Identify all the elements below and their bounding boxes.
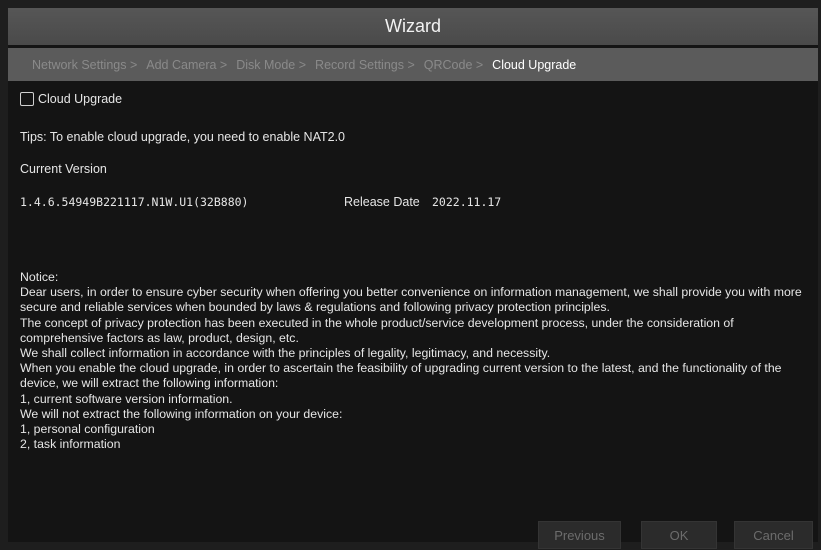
tips-text: Tips: To enable cloud upgrade, you need … [20, 130, 345, 144]
step-network-settings[interactable]: Network Settings > [32, 58, 137, 72]
cloud-upgrade-toggle[interactable]: Cloud Upgrade [20, 89, 122, 109]
ok-button[interactable]: OK [641, 521, 717, 549]
release-date-value: 2022.11.17 [432, 195, 502, 209]
wizard-steps: Network Settings > Add Camera > Disk Mod… [8, 48, 818, 81]
wizard-dialog: Wizard Network Settings > Add Camera > D… [8, 8, 818, 549]
window-title: Wizard [384, 16, 441, 36]
step-disk-mode[interactable]: Disk Mode > [236, 58, 306, 72]
version-value: 1.4.6.54949B221117.N1W.U1(32B880) [20, 195, 249, 209]
cancel-button[interactable]: Cancel [734, 521, 813, 549]
notice-heading: Notice: [20, 270, 59, 284]
step-cloud-upgrade[interactable]: Cloud Upgrade [492, 58, 576, 72]
notice-paragraph: The concept of privacy protection has be… [20, 315, 734, 345]
current-version-label: Current Version [20, 162, 107, 176]
previous-button[interactable]: Previous [538, 521, 621, 549]
step-qrcode[interactable]: QRCode > [424, 58, 483, 72]
notice-paragraph: 1, current software version information. [20, 391, 233, 406]
notice-paragraph: Dear users, in order to ensure cyber sec… [20, 285, 802, 315]
release-date-label: Release Date [344, 195, 420, 209]
notice-paragraph: When you enable the cloud upgrade, in or… [20, 361, 782, 391]
step-record-settings[interactable]: Record Settings > [315, 58, 415, 72]
notice-paragraph: We shall collect information in accordan… [20, 346, 551, 361]
notice-text: Notice: Dear users, in order to ensure c… [20, 270, 815, 452]
step-add-camera[interactable]: Add Camera > [146, 58, 227, 72]
notice-paragraph: 1, personal configuration [20, 422, 155, 437]
cloud-upgrade-label: Cloud Upgrade [38, 92, 123, 106]
notice-paragraph: 2, task information [20, 437, 121, 452]
notice-paragraph: We will not extract the following inform… [20, 406, 343, 421]
title-bar: Wizard [8, 8, 818, 45]
button-bar: Previous OK Cancel [8, 521, 818, 550]
cloud-upgrade-checkbox[interactable] [20, 92, 34, 106]
